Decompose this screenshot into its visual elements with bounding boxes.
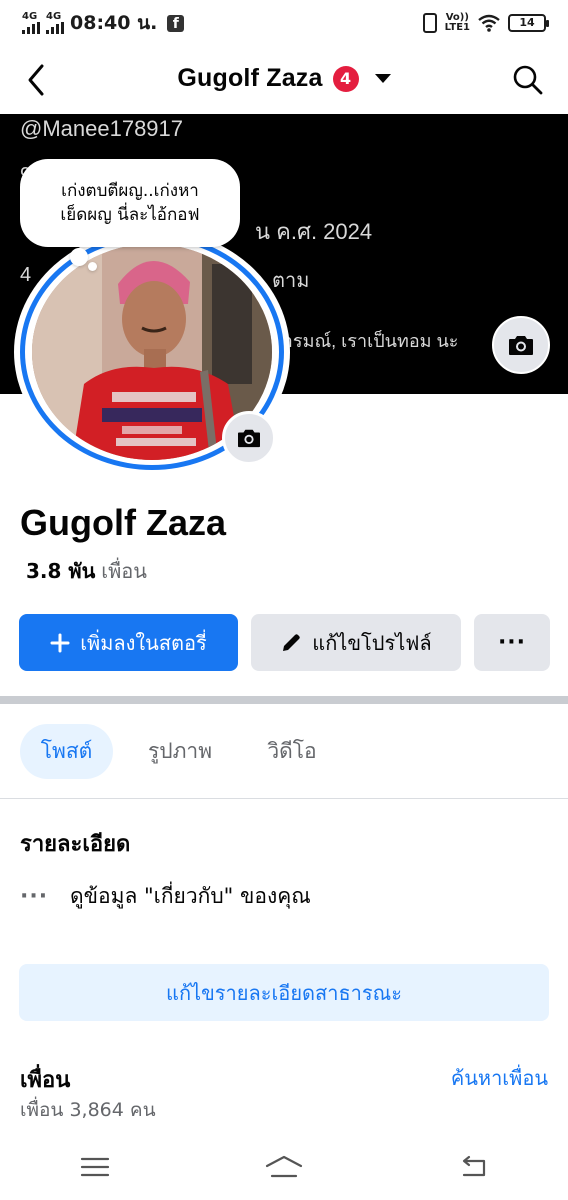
add-to-story-button[interactable]: เพิ่มลงในสตอรี่ (19, 614, 238, 671)
more-options-icon: ··· (497, 630, 527, 655)
back-arrow-icon (463, 1155, 486, 1177)
system-navigation-bar (0, 1134, 568, 1200)
pencil-icon (283, 633, 301, 651)
home-button[interactable] (264, 1147, 304, 1187)
tab-photos[interactable]: รูปภาพ (140, 724, 220, 779)
friends-count-short: 3.8 พัน (26, 559, 96, 583)
profile-note-bubble[interactable]: เก่งตบตีผญ..เก่งหา เย็ดผญ นี่ละไอ้กอฟ (20, 159, 240, 247)
tabs-divider (0, 798, 568, 799)
menu-icon (80, 1157, 109, 1177)
status-bar: 4G 4G 08:40 น. f Vo)) LTE1 14 (0, 0, 568, 46)
cover-text-line: ตาม (272, 270, 310, 292)
network-type-2: 4G (46, 11, 62, 22)
profile-name: Gugolf Zaza (20, 502, 226, 543)
wifi-icon (478, 14, 500, 32)
camera-icon (509, 336, 533, 355)
edit-cover-photo-button[interactable] (492, 316, 550, 374)
top-navigation: Gugolf Zaza 4 (0, 46, 568, 114)
notification-badge: 4 (332, 65, 359, 92)
network-type-1: 4G (22, 11, 38, 22)
tab-photos-label: รูปภาพ (147, 739, 213, 763)
edit-profile-button[interactable]: แก้ไขโปรไฟล์ (251, 614, 461, 671)
more-dots-icon: ··· (20, 884, 49, 909)
search-icon (513, 65, 543, 95)
tab-videos[interactable]: วิดีโอ (258, 724, 326, 779)
cover-text-line: อารมณ์, เราเป็นทอม นะ (272, 331, 459, 351)
friends-summary[interactable]: 3.8 พัน เพื่อน (26, 555, 147, 587)
signal-bars-icon (22, 22, 40, 34)
cover-text-line: @Manee178917 (20, 116, 184, 141)
volte-indicator: Vo)) LTE1 (445, 13, 470, 33)
friends-label: เพื่อน (101, 559, 147, 583)
edit-public-details-label: แก้ไขรายละเอียดสาธารณะ (166, 980, 402, 1005)
friends-count: เพื่อน 3,864 คน (20, 1099, 156, 1121)
tab-posts[interactable]: โพสต์ (20, 724, 113, 779)
facebook-notification-icon: f (167, 14, 185, 32)
note-tail-dot (88, 262, 97, 271)
cover-text-fragment: 4 (20, 264, 32, 286)
friends-section-title: เพื่อน (20, 1068, 71, 1093)
about-link[interactable]: ··· ดูข้อมูล "เกี่ยวกับ" ของคุณ (20, 880, 311, 913)
edit-public-details-button[interactable]: แก้ไขรายละเอียดสาธารณะ (19, 964, 549, 1021)
signal-indicator-1: 4G (22, 12, 40, 34)
search-button[interactable] (512, 64, 544, 96)
caret-down-icon (374, 74, 391, 83)
clock: 08:40 น. (70, 12, 158, 34)
note-tail-dot (70, 248, 88, 266)
note-text: เก่งตบตีผญ..เก่งหา เย็ดผญ นี่ละไอ้กอฟ (60, 179, 199, 227)
battery-level: 14 (519, 16, 535, 29)
camera-icon (238, 429, 260, 448)
tab-posts-label: โพสต์ (40, 739, 93, 763)
system-back-button[interactable] (453, 1147, 493, 1187)
home-icon (265, 1155, 303, 1178)
note-text-line1: เก่งตบตีผญ..เก่งหา (61, 181, 199, 201)
note-text-line2: เย็ดผญ นี่ละไอ้กอฟ (60, 205, 200, 225)
find-friends-link[interactable]: ค้นหาเพื่อน (451, 1062, 548, 1094)
details-title: รายละเอียด (20, 832, 131, 857)
vibrate-icon (422, 13, 437, 33)
tab-videos-label: วิดีโอ (267, 739, 317, 763)
edit-profile-label: แก้ไขโปรไฟล์ (312, 630, 432, 655)
page-title: Gugolf Zaza (177, 64, 323, 92)
cover-text-line: น ค.ศ. 2024 (255, 219, 373, 244)
plus-icon (50, 633, 70, 652)
add-to-story-label: เพิ่มลงในสตอรี่ (80, 630, 207, 655)
signal-indicator-2: 4G (46, 12, 64, 34)
recent-apps-button[interactable] (75, 1147, 115, 1187)
more-options-button[interactable]: ··· (474, 614, 550, 671)
lte-label: LTE1 (444, 22, 470, 33)
section-divider (0, 696, 568, 704)
battery-icon: 14 (508, 14, 549, 32)
profile-switcher[interactable]: Gugolf Zaza 4 (0, 64, 568, 93)
about-link-label: ดูข้อมูล "เกี่ยวกับ" ของคุณ (70, 884, 311, 908)
edit-profile-picture-button[interactable] (222, 411, 276, 465)
signal-bars-icon (46, 22, 64, 34)
